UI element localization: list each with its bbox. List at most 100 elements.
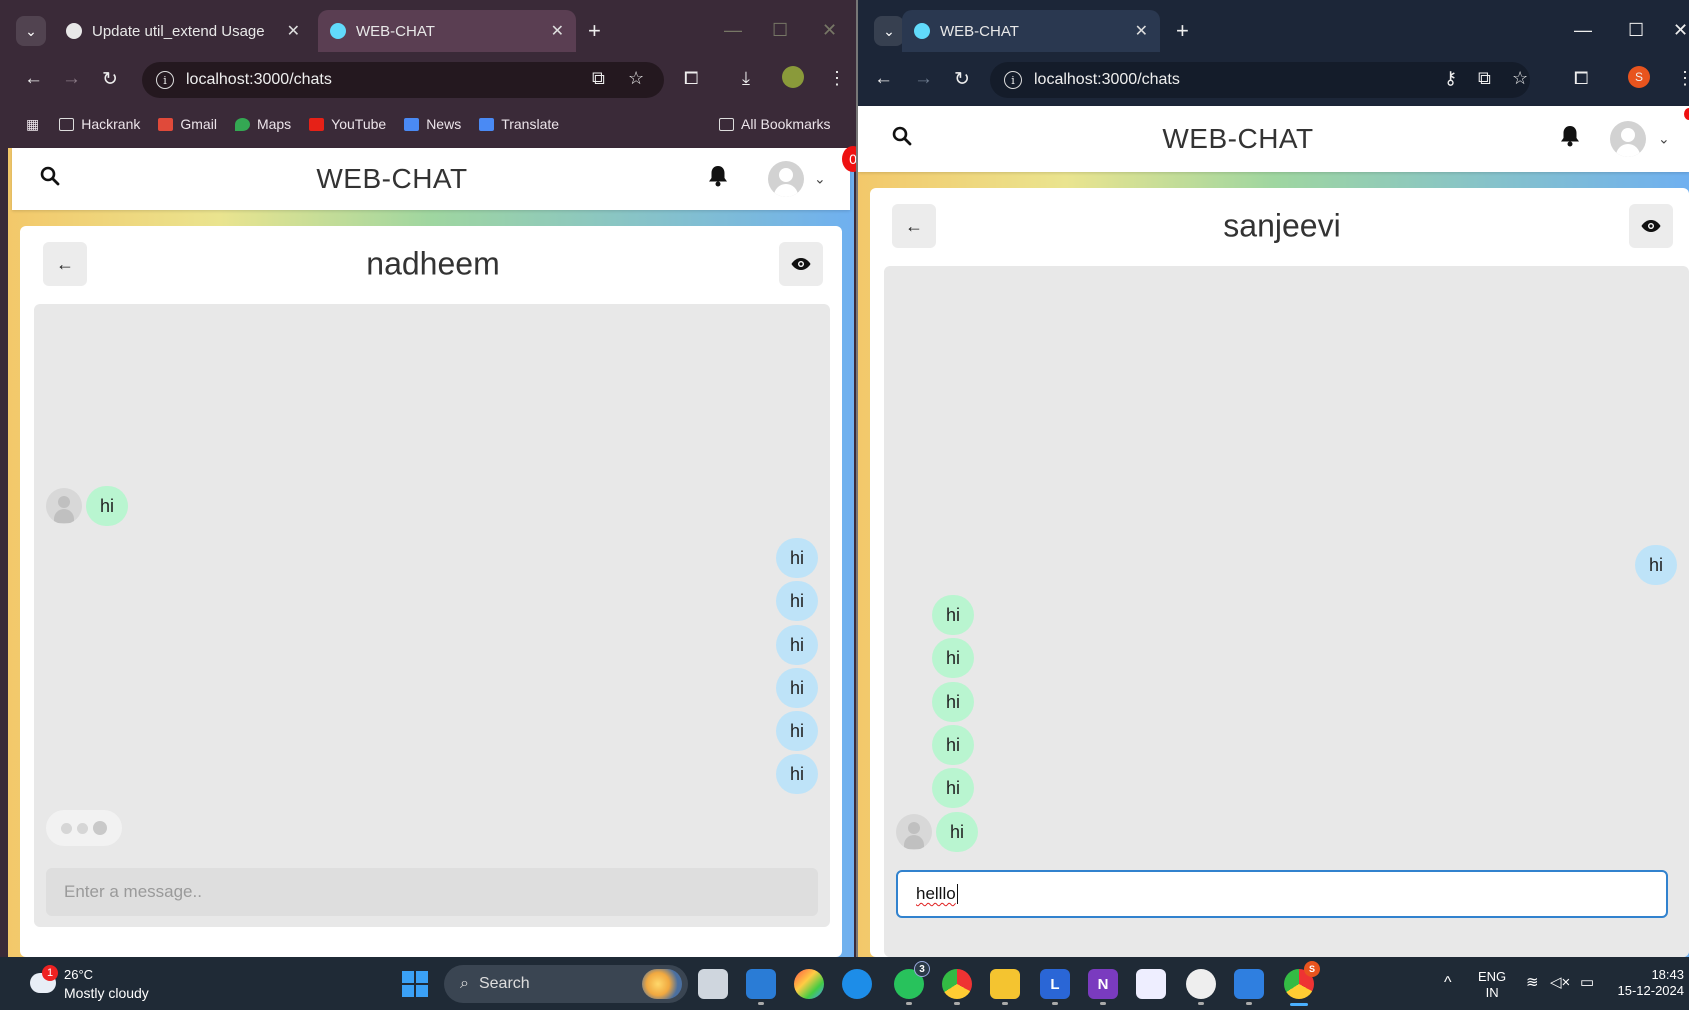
back-icon[interactable]: ← xyxy=(24,68,43,90)
bookmarks-bar: ▦ Hackrank Gmail Maps YouTube News Trans… xyxy=(0,106,858,142)
message-input[interactable]: helllo xyxy=(896,870,1668,918)
bookmark-hackrank[interactable]: Hackrank xyxy=(59,116,140,132)
chrome-icon[interactable] xyxy=(942,969,972,1005)
tab-search-chevron-icon[interactable]: ⌄ xyxy=(16,16,46,46)
file-explorer-icon[interactable] xyxy=(990,969,1020,1005)
maximize-icon[interactable]: ☐ xyxy=(772,20,788,41)
search-icon[interactable] xyxy=(892,126,912,152)
eye-icon xyxy=(791,258,811,270)
reload-icon[interactable]: ↻ xyxy=(954,68,970,91)
new-tab-icon[interactable]: + xyxy=(1176,18,1189,44)
photos-icon[interactable] xyxy=(1234,969,1264,1005)
search-highlight-icon xyxy=(642,969,682,999)
close-window-icon[interactable]: ✕ xyxy=(1673,20,1688,41)
lens-app-icon[interactable]: L xyxy=(1040,969,1070,1005)
tab-search-chevron-icon[interactable]: ⌄ xyxy=(874,16,904,46)
maximize-icon[interactable]: ☐ xyxy=(1628,20,1644,41)
close-window-icon[interactable]: ✕ xyxy=(822,20,837,41)
chevron-down-icon[interactable]: ⌄ xyxy=(814,171,826,188)
back-button[interactable]: ← xyxy=(43,242,87,286)
view-profile-button[interactable] xyxy=(1629,204,1673,248)
chrome-profile-icon[interactable]: S xyxy=(1284,961,1320,1006)
tab-strip: ⌄ Update util_extend Usage ✕ WEB-CHAT ✕ … xyxy=(0,6,858,52)
tab-close-icon[interactable]: ✕ xyxy=(1135,21,1148,41)
battery-icon[interactable]: ▭ xyxy=(1580,975,1594,991)
edge-icon[interactable] xyxy=(842,969,872,999)
install-app-icon[interactable]: ⧉ xyxy=(1478,68,1491,89)
weather-desc: Mostly cloudy xyxy=(64,985,149,1001)
show-hidden-icons[interactable]: ^ xyxy=(1444,975,1452,991)
app-title: WEB-CHAT xyxy=(316,163,468,194)
site-info-icon[interactable]: i xyxy=(156,71,174,89)
view-profile-button[interactable] xyxy=(779,242,823,286)
windows-start-icon[interactable] xyxy=(400,969,430,999)
whatsapp-icon[interactable]: 3 xyxy=(894,961,930,1005)
tab-update-util[interactable]: Update util_extend Usage ✕ xyxy=(54,10,312,52)
new-tab-icon[interactable]: + xyxy=(588,18,601,44)
forward-icon[interactable]: → xyxy=(62,68,81,90)
message-sent: hi xyxy=(775,711,818,751)
bookmark-news[interactable]: News xyxy=(404,116,461,132)
tab-close-icon[interactable]: ✕ xyxy=(551,21,564,41)
menu-kebab-icon[interactable]: ⋮ xyxy=(1676,68,1689,89)
tab-close-icon[interactable]: ✕ xyxy=(287,21,300,41)
bookmark-maps[interactable]: Maps xyxy=(234,116,291,132)
tab-web-chat[interactable]: WEB-CHAT ✕ xyxy=(318,10,576,52)
site-info-icon[interactable]: i xyxy=(1004,71,1022,89)
bookmark-youtube[interactable]: YouTube xyxy=(309,116,386,132)
url-text: localhost:3000/chats xyxy=(186,71,332,88)
message-received: hi xyxy=(932,725,975,765)
message-input[interactable]: Enter a message.. xyxy=(46,868,818,916)
youtube-icon xyxy=(309,117,325,131)
onenote-icon[interactable]: N xyxy=(1088,969,1118,1005)
weather-widget[interactable]: 1 xyxy=(26,965,60,999)
profile-avatar-icon[interactable] xyxy=(782,66,804,88)
all-bookmarks[interactable]: All Bookmarks xyxy=(719,116,831,132)
minimize-icon[interactable]: — xyxy=(1574,20,1592,41)
back-button[interactable]: ← xyxy=(892,204,936,248)
minimize-icon[interactable]: — xyxy=(724,20,742,41)
github-icon xyxy=(66,23,82,39)
menu-kebab-icon[interactable]: ⋮ xyxy=(828,68,846,89)
chat-panel: ← nadheem hi hi hi hi hi hi hi Enter a m… xyxy=(20,226,842,957)
tab-web-chat[interactable]: WEB-CHAT ✕ xyxy=(902,10,1160,52)
extensions-icon[interactable]: ⧠ xyxy=(1574,68,1588,89)
maps-icon xyxy=(234,117,250,131)
bookmark-gmail[interactable]: Gmail xyxy=(158,116,217,132)
apps-grid-icon[interactable]: ▦ xyxy=(26,116,39,133)
back-icon[interactable]: ← xyxy=(874,68,893,90)
install-app-icon[interactable]: ⧉ xyxy=(592,68,605,89)
user-avatar[interactable] xyxy=(768,161,804,197)
bookmark-star-icon[interactable]: ☆ xyxy=(628,68,644,89)
address-bar[interactable]: i localhost:3000/chats xyxy=(142,62,664,98)
taskbar-search[interactable]: ⌕ Search xyxy=(444,965,688,1003)
profile-avatar[interactable]: S xyxy=(1628,66,1650,88)
chrome-profile-badge: S xyxy=(1304,961,1320,977)
bell-icon[interactable] xyxy=(1560,125,1580,153)
browser-toolbar: ← → ↻ i localhost:3000/chats ⚷ ⧉ ☆ ⧠ S ⋮ xyxy=(858,56,1689,102)
wifi-icon[interactable]: ≋ xyxy=(1526,975,1539,991)
extensions-icon[interactable]: ⧠ xyxy=(684,68,698,89)
speaker-muted-icon[interactable]: ◁× xyxy=(1550,975,1570,991)
bookmark-translate[interactable]: Translate xyxy=(479,116,559,132)
microsoft-store-icon[interactable] xyxy=(1136,969,1166,999)
news-icon xyxy=(404,117,420,131)
clock[interactable]: 18:43 15-12-2024 xyxy=(1612,967,1685,999)
app-header: WEB-CHAT ⌄ xyxy=(858,106,1689,172)
language-indicator[interactable]: ENG IN xyxy=(1478,969,1506,1001)
password-key-icon[interactable]: ⚷ xyxy=(1444,68,1457,89)
vscode-icon[interactable] xyxy=(746,969,776,1005)
desktop: ⌄ Update util_extend Usage ✕ WEB-CHAT ✕ … xyxy=(0,0,1689,1010)
user-avatar[interactable] xyxy=(1610,121,1646,157)
download-icon[interactable]: ⤓ xyxy=(742,68,750,89)
mongodb-compass-icon[interactable] xyxy=(1186,969,1216,1005)
copilot-icon[interactable] xyxy=(794,969,824,999)
chevron-down-icon[interactable]: ⌄ xyxy=(1658,131,1670,148)
task-view-icon[interactable] xyxy=(698,969,728,999)
forward-icon[interactable]: → xyxy=(914,68,933,90)
bookmark-star-icon[interactable]: ☆ xyxy=(1512,68,1528,89)
message-received: hi xyxy=(86,486,129,526)
reload-icon[interactable]: ↻ xyxy=(102,68,118,91)
search-icon[interactable] xyxy=(40,166,60,192)
bell-icon[interactable] xyxy=(708,165,728,193)
